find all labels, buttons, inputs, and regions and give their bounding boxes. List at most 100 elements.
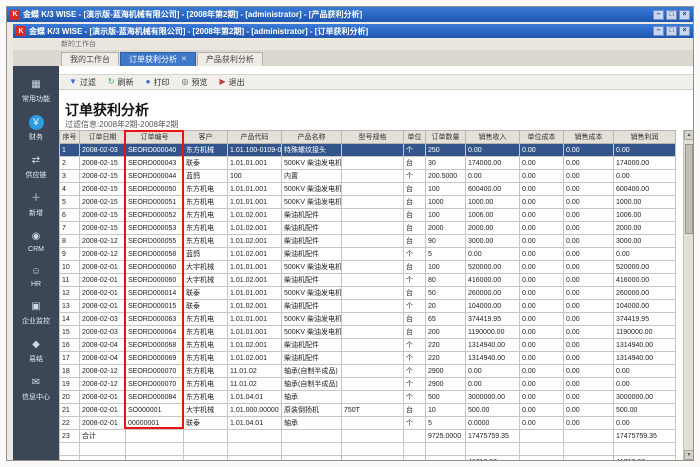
cell[interactable]: 2000 [426, 222, 466, 235]
cell[interactable]: 9725.0000 [426, 430, 466, 443]
cell[interactable]: 1314940.00 [614, 352, 676, 365]
cell[interactable]: 1000.00 [466, 196, 520, 209]
cell[interactable]: SEORD000050 [126, 183, 184, 196]
cell[interactable]: 东方机电 [184, 196, 228, 209]
cell[interactable] [614, 443, 676, 456]
cell[interactable]: 500 [426, 391, 466, 404]
cell[interactable]: 东方机电 [184, 339, 228, 352]
cell[interactable]: 台 [404, 183, 426, 196]
cell[interactable]: 416000.00 [614, 274, 676, 287]
cell[interactable]: 0.00 [520, 417, 564, 430]
cell[interactable]: 个 [404, 378, 426, 391]
cell[interactable]: 内置 [282, 170, 342, 183]
table-row[interactable]: 192008-02-12SEORD000070东方机电11.01.02轴承(自制… [60, 378, 676, 391]
cell[interactable]: 0.00 [564, 274, 614, 287]
cell[interactable]: 500KV 柴油发电机组 [282, 157, 342, 170]
cell[interactable]: 0.00 [466, 248, 520, 261]
cell[interactable]: 0.00 [520, 183, 564, 196]
cell[interactable]: 东方机械 [184, 144, 228, 157]
cell[interactable]: 1.01.04.01 [228, 417, 282, 430]
sidebar-item-common-functions[interactable]: ▦ 常用功能 [13, 72, 59, 110]
cell[interactable]: 0.00 [614, 144, 676, 157]
cell[interactable]: 41712.00 [614, 456, 676, 461]
cell[interactable]: 500KV 柴油发电机组 [282, 196, 342, 209]
cell[interactable]: 220 [426, 352, 466, 365]
cell[interactable] [126, 456, 184, 461]
column-header[interactable]: 型号规格 [342, 131, 404, 144]
cell[interactable]: SEORD000069 [126, 352, 184, 365]
cell[interactable]: SEORD000064 [126, 326, 184, 339]
cell[interactable]: 联泰 [184, 157, 228, 170]
table-row[interactable] [60, 443, 676, 456]
cell[interactable] [564, 456, 614, 461]
cell[interactable]: 0.00 [564, 365, 614, 378]
tab-order-profit-analysis[interactable]: 订单获利分析 ✕ [120, 52, 196, 66]
cell[interactable]: 东方机电 [184, 313, 228, 326]
cell[interactable] [342, 339, 404, 352]
cell[interactable]: 2008-02-01 [80, 287, 126, 300]
cell[interactable]: 0.00 [564, 157, 614, 170]
cell[interactable]: 大宇机械 [184, 404, 228, 417]
cell[interactable]: 0.00 [520, 339, 564, 352]
cell[interactable]: 0.00 [614, 378, 676, 391]
cell[interactable]: 100 [426, 261, 466, 274]
minimize-button[interactable]: – [653, 26, 664, 36]
cell[interactable]: 个 [404, 352, 426, 365]
workspace-menu-item[interactable]: 新的工作台 [61, 41, 96, 48]
cell[interactable]: 2008-02-12 [80, 365, 126, 378]
cell[interactable]: 260000.00 [614, 287, 676, 300]
cell[interactable] [426, 456, 466, 461]
cell[interactable]: SEORD000063 [126, 313, 184, 326]
cell[interactable]: 大宇机械 [184, 261, 228, 274]
tab-my-workspace[interactable]: 我的工作台 [61, 52, 119, 66]
maximize-button[interactable]: □ [666, 10, 677, 20]
cell[interactable]: 联泰 [184, 300, 228, 313]
cell[interactable]: 3 [60, 170, 80, 183]
cell[interactable]: 1.01.01.001 [228, 326, 282, 339]
cell[interactable]: 374419.95 [614, 313, 676, 326]
cell[interactable]: 0.00 [564, 352, 614, 365]
tab-close-icon[interactable]: ✕ [181, 56, 187, 63]
cell[interactable]: SEORD000060 [126, 261, 184, 274]
cell[interactable]: 174000.00 [466, 157, 520, 170]
cell[interactable]: 0.00 [520, 404, 564, 417]
cell[interactable] [342, 378, 404, 391]
cell[interactable] [342, 222, 404, 235]
cell[interactable]: 2008-02-01 [80, 391, 126, 404]
cell[interactable]: 个 [404, 417, 426, 430]
cell[interactable] [80, 456, 126, 461]
cell[interactable]: 0.00 [520, 144, 564, 157]
cell[interactable]: 416000.00 [466, 274, 520, 287]
cell[interactable]: 2008-02-15 [80, 222, 126, 235]
cell[interactable]: SEORD000070 [126, 365, 184, 378]
cell[interactable]: 0.00 [520, 196, 564, 209]
cell[interactable]: 600400.00 [466, 183, 520, 196]
close-button[interactable]: × [679, 26, 690, 36]
cell[interactable]: 0.00 [564, 391, 614, 404]
cell[interactable]: 21 [60, 404, 80, 417]
cell[interactable] [466, 443, 520, 456]
cell[interactable] [228, 456, 282, 461]
cell[interactable]: 200 [426, 326, 466, 339]
cell[interactable] [342, 352, 404, 365]
cell[interactable]: 2008-02-15 [80, 209, 126, 222]
cell[interactable]: 特殊螺纹接头 [282, 144, 342, 157]
column-header[interactable]: 销售收入 [466, 131, 520, 144]
cell[interactable]: 520000.00 [466, 261, 520, 274]
cell[interactable]: 50 [426, 287, 466, 300]
cell[interactable]: 0.00 [520, 235, 564, 248]
cell[interactable]: 东方机电 [184, 352, 228, 365]
cell[interactable]: 17475759.35 [466, 430, 520, 443]
cell[interactable]: 0.00 [520, 391, 564, 404]
cell[interactable] [228, 443, 282, 456]
column-header[interactable]: 单位成本 [520, 131, 564, 144]
cell[interactable] [342, 248, 404, 261]
table-row[interactable]: 82008-02-12SEORD000055东方机电1.01.02.001柴油机… [60, 235, 676, 248]
sidebar-item-crm[interactable]: ◉ CRM [13, 224, 59, 259]
cell[interactable]: 0.00 [564, 404, 614, 417]
cell[interactable]: 11.01.02 [228, 365, 282, 378]
cell[interactable]: 0.00 [520, 300, 564, 313]
cell[interactable]: 0.00 [466, 170, 520, 183]
cell[interactable]: 1.01.02.001 [228, 300, 282, 313]
cell[interactable]: 2 [60, 157, 80, 170]
